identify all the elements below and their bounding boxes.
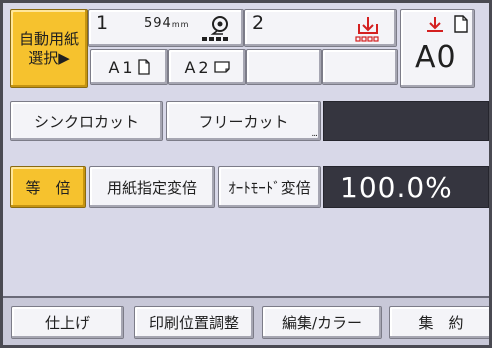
manual-feed-size: A0 — [415, 40, 457, 75]
portrait-sheet-icon — [454, 15, 468, 33]
auto-mode-zoom-button[interactable]: ｵｰﾄﾓｰﾄﾞ変倍 — [218, 166, 321, 208]
tab-edit-color-label: 編集/カラー — [281, 314, 363, 332]
full-size-label: 等 倍 — [25, 178, 71, 197]
zoom-ratio-value: 100.0% — [340, 171, 453, 204]
red-feed-arrow-icon — [427, 17, 443, 32]
roll2-button[interactable]: 2 — [244, 9, 397, 47]
size-blank-button-2[interactable] — [322, 49, 398, 85]
size-blank-button-1[interactable] — [246, 49, 322, 85]
tab-combine-label: 集 約 — [418, 314, 464, 332]
manual-feed-a0-button[interactable]: A0 — [400, 9, 475, 88]
size-a1-button[interactable]: A1 — [90, 49, 168, 85]
size-a2-button[interactable]: A2 — [168, 49, 246, 85]
size-a2-label: A2 — [184, 57, 212, 77]
paper-specified-zoom-button[interactable]: 用紙指定変倍 — [89, 166, 215, 208]
synchro-cut-label: シンクロカット — [33, 112, 139, 131]
roll1-width-value: 594 — [144, 16, 172, 31]
roll2-number: 2 — [252, 12, 265, 34]
tab-print-position-label: 印刷位置調整 — [148, 314, 239, 332]
cut-mode-display-panel — [323, 101, 489, 141]
auto-mode-zoom-label: ｵｰﾄﾓｰﾄﾞ変倍 — [228, 178, 311, 197]
free-cut-label: フリーカット — [198, 112, 289, 131]
bottom-tab-bar: 仕上げ 印刷位置調整 編集/カラー 集 約 — [3, 296, 489, 345]
portrait-sheet-icon — [137, 59, 150, 75]
tab-finishing[interactable]: 仕上げ — [11, 306, 124, 339]
auto-paper-line2: 選択▶ — [28, 48, 70, 67]
roll1-number: 1 — [96, 12, 109, 34]
tab-edit-color[interactable]: 編集/カラー — [262, 306, 382, 339]
copier-screen: 自動用紙 選択▶ 1 594mm 2 A0 A1 A2 シンクロカット フリーカ… — [3, 3, 489, 345]
tab-combine[interactable]: 集 約 — [389, 306, 489, 339]
auto-paper-line1: 自動用紙 — [18, 29, 79, 48]
red-paper-feed-icon — [355, 17, 379, 42]
synchro-cut-button[interactable]: シンクロカット — [10, 101, 163, 141]
free-cut-more-indicator: ... — [311, 129, 318, 139]
zoom-ratio-display: 100.0% — [323, 166, 489, 208]
paper-roll-icon — [202, 16, 228, 41]
free-cut-button[interactable]: フリーカット ... — [166, 101, 321, 141]
auto-paper-select-button[interactable]: 自動用紙 選択▶ — [10, 9, 88, 88]
roll1-width-unit: mm — [171, 20, 190, 29]
tab-print-position[interactable]: 印刷位置調整 — [134, 306, 254, 339]
tab-finishing-label: 仕上げ — [44, 314, 90, 332]
paper-specified-zoom-label: 用紙指定変倍 — [106, 178, 197, 197]
size-a1-label: A1 — [108, 57, 136, 77]
landscape-sheet-icon — [213, 61, 230, 73]
full-size-button[interactable]: 等 倍 — [10, 166, 86, 208]
roll1-width: 594mm — [144, 16, 189, 31]
roll1-button[interactable]: 1 594mm — [88, 9, 244, 47]
